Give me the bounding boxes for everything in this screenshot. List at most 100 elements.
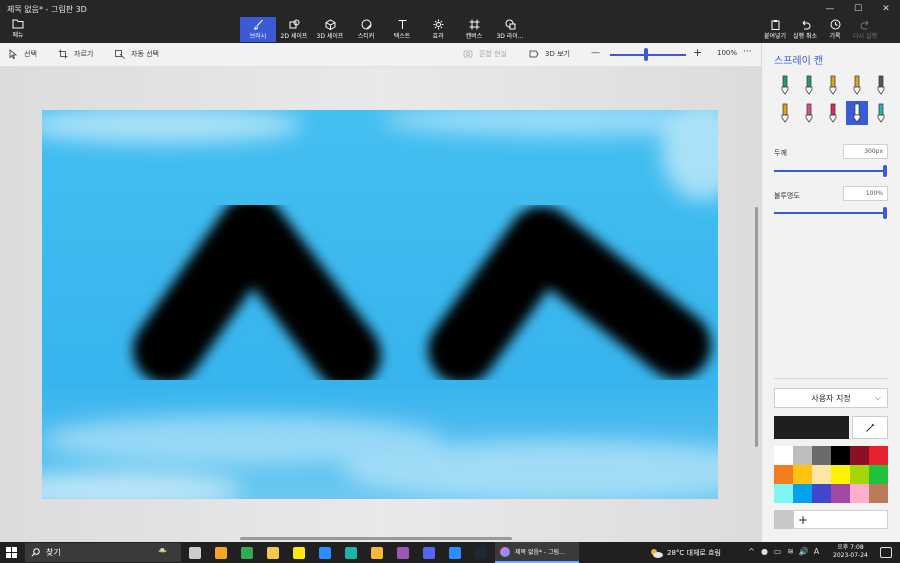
show-hidden-icons-button[interactable]: ^ xyxy=(745,547,758,556)
zoom-in-button[interactable]: + xyxy=(693,46,702,59)
windows-start-icon[interactable] xyxy=(6,547,17,558)
taskbar-app[interactable] xyxy=(338,542,364,563)
tab-stickers[interactable]: 스티커 xyxy=(348,17,384,42)
redo-button[interactable]: 다시 실행 xyxy=(850,17,880,42)
custom-color-swatch[interactable] xyxy=(774,510,793,529)
weather-widget[interactable]: 28°C 대체로 흐림 xyxy=(650,542,721,563)
palette-swatch[interactable] xyxy=(869,465,888,484)
palette-swatch[interactable] xyxy=(793,446,812,465)
battery-icon[interactable]: ▭ xyxy=(771,547,784,556)
opacity-slider-thumb[interactable] xyxy=(883,207,887,219)
taskbar-app[interactable] xyxy=(416,542,442,563)
opacity-field[interactable]: 100% xyxy=(843,186,888,201)
taskbar-app[interactable] xyxy=(260,542,286,563)
paste-label: 붙여넣기 xyxy=(763,33,787,40)
menu-button[interactable]: 메뉴 xyxy=(4,18,32,42)
zoom-slider-track[interactable] xyxy=(610,54,686,56)
taskbar-app[interactable] xyxy=(390,542,416,563)
zoom-icon xyxy=(449,546,461,559)
volume-icon[interactable]: 🔊 xyxy=(797,547,810,556)
brush-option[interactable] xyxy=(798,73,820,97)
maximize-button[interactable]: ☐ xyxy=(844,0,872,18)
workspace xyxy=(0,67,761,542)
tab-3d-library[interactable]: 3D 라이... xyxy=(492,17,528,42)
vertical-scrollbar[interactable] xyxy=(755,207,758,447)
taskbar-app[interactable] xyxy=(234,542,260,563)
opacity-slider-track[interactable] xyxy=(774,212,887,214)
taskbar-app[interactable] xyxy=(364,542,390,563)
palette-swatch[interactable] xyxy=(812,446,831,465)
notification-icon[interactable] xyxy=(880,547,892,558)
brush-option[interactable] xyxy=(822,101,844,125)
zoom-out-button[interactable]: — xyxy=(591,48,600,58)
undo-button[interactable]: 실행 취소 xyxy=(790,17,820,42)
select-button[interactable]: 선택 xyxy=(8,49,37,59)
eyedropper-button[interactable] xyxy=(852,416,888,439)
palette-swatch[interactable] xyxy=(812,465,831,484)
palette-swatch[interactable] xyxy=(850,484,869,503)
tab-2d-shapes[interactable]: 2D 셰이프 xyxy=(276,17,312,42)
taskbar-app[interactable] xyxy=(286,542,312,563)
brush-option[interactable] xyxy=(846,73,868,97)
palette-swatch[interactable] xyxy=(793,484,812,503)
3d-view-button[interactable]: 3D 보기 xyxy=(529,49,570,59)
tab-effects[interactable]: 효과 xyxy=(420,17,456,42)
brush-option[interactable] xyxy=(870,73,892,97)
palette-swatch[interactable] xyxy=(869,484,888,503)
palette-swatch[interactable] xyxy=(793,465,812,484)
thickness-slider-thumb[interactable] xyxy=(883,165,887,177)
taskbar-app[interactable] xyxy=(312,542,338,563)
magic-select-button[interactable]: 자동 선택 xyxy=(115,49,159,59)
effects-icon xyxy=(433,19,443,30)
palette-swatch[interactable] xyxy=(831,465,850,484)
tray-app-icon[interactable]: ● xyxy=(758,547,771,556)
minimize-button[interactable]: — xyxy=(816,0,844,18)
custom-colors-row: + xyxy=(774,510,888,529)
palette-swatch[interactable] xyxy=(850,446,869,465)
brush-option[interactable] xyxy=(846,101,868,125)
palette-swatch[interactable] xyxy=(774,446,793,465)
eraser-icon xyxy=(805,103,813,123)
taskbar-app[interactable] xyxy=(442,542,468,563)
palette-swatch[interactable] xyxy=(774,484,793,503)
brush-option[interactable] xyxy=(774,101,796,125)
palette-swatch[interactable] xyxy=(831,484,850,503)
history-label: 기록 xyxy=(829,33,841,40)
brush-option[interactable] xyxy=(798,101,820,125)
drawing-canvas[interactable] xyxy=(42,110,718,499)
taskbar-app[interactable] xyxy=(208,542,234,563)
thickness-field[interactable]: 300px xyxy=(843,144,888,159)
history-button[interactable]: 기록 xyxy=(820,17,850,42)
brush-option[interactable] xyxy=(870,101,892,125)
palette-swatch[interactable] xyxy=(850,465,869,484)
horizontal-scrollbar[interactable] xyxy=(240,537,512,540)
taskbar-clock[interactable]: 오후 7:08 2023-07-24 xyxy=(833,544,868,560)
tab-canvas[interactable]: 캔버스 xyxy=(456,17,492,42)
taskbar-active-paint3d[interactable]: 제목 없음* - 그림... xyxy=(495,542,579,563)
taskbar-app[interactable] xyxy=(468,542,494,563)
wifi-icon[interactable]: ≋ xyxy=(784,547,797,556)
current-color-swatch[interactable] xyxy=(774,416,849,439)
thickness-slider-track[interactable] xyxy=(774,170,887,172)
color-mode-dropdown[interactable]: 사용자 지정 ⌵ xyxy=(774,388,888,408)
more-options-button[interactable]: ··· xyxy=(743,47,752,57)
opacity-label: 불투명도 xyxy=(774,192,800,200)
zoom-slider-thumb[interactable] xyxy=(643,48,648,61)
tab-text[interactable]: 텍스트 xyxy=(384,17,420,42)
add-color-button[interactable]: + xyxy=(793,510,888,529)
brush-option[interactable] xyxy=(822,73,844,97)
brush-option[interactable] xyxy=(774,73,796,97)
close-button[interactable]: ✕ xyxy=(872,0,900,18)
palette-swatch[interactable] xyxy=(812,484,831,503)
paste-button[interactable]: 붙여넣기 xyxy=(760,17,790,42)
palette-swatch[interactable] xyxy=(774,465,793,484)
palette-swatch[interactable] xyxy=(869,446,888,465)
taskbar-search[interactable]: 찾기 xyxy=(25,543,181,562)
crop-button[interactable]: 자르기 xyxy=(58,49,93,59)
palette-swatch[interactable] xyxy=(831,446,850,465)
input-method-icon[interactable]: A xyxy=(810,547,823,556)
tab-brushes[interactable]: 브러시 xyxy=(240,17,276,42)
mixed-reality-button[interactable]: 혼합 현실 xyxy=(463,49,507,59)
tab-3d-shapes[interactable]: 3D 셰이프 xyxy=(312,17,348,42)
taskbar-app[interactable] xyxy=(182,542,208,563)
